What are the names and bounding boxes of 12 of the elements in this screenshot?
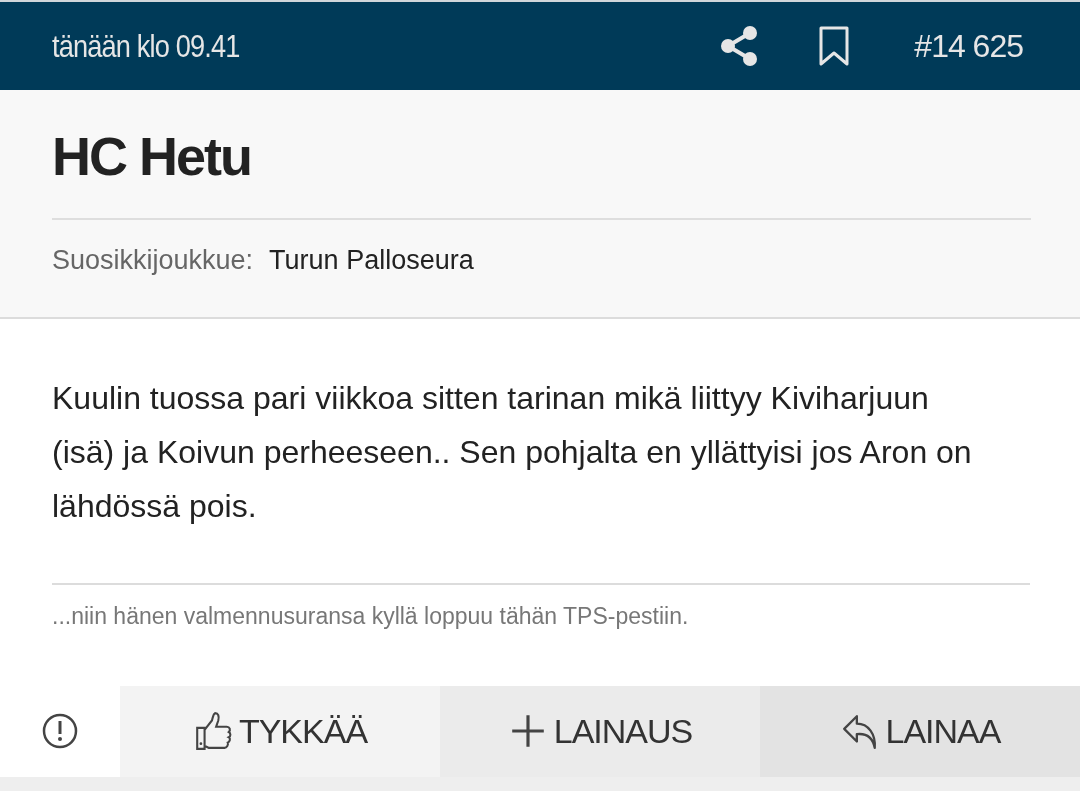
share-icon[interactable] [720, 25, 759, 67]
quote-button[interactable]: LAINAA [760, 685, 1080, 777]
post-timestamp: tänään klo 09.41 [52, 27, 240, 66]
report-icon[interactable] [42, 713, 78, 749]
author-name[interactable]: HC Hetu [52, 124, 1031, 220]
bookmark-icon[interactable] [818, 25, 851, 67]
like-button[interactable]: TYKKÄÄ [120, 685, 440, 777]
favorite-team-label: Suosikkijoukkue: [52, 244, 254, 277]
favorite-team: Turun Palloseura [269, 244, 474, 277]
post-body: Kuulin tuossa pari viikkoa sitten tarinan mikä liittyy Kiviharjuun (isä) ja Koivun perheeseen.. Sen pohjalta en yllättyisi jos Aron on lähdössä pois. [52, 378, 973, 526]
quote-excerpt[interactable]: ...niin hänen valmennusuransa kyllä loppuu tähän TPS-pestiin. [52, 598, 1030, 633]
post-number[interactable]: #14 625 [914, 22, 1023, 70]
